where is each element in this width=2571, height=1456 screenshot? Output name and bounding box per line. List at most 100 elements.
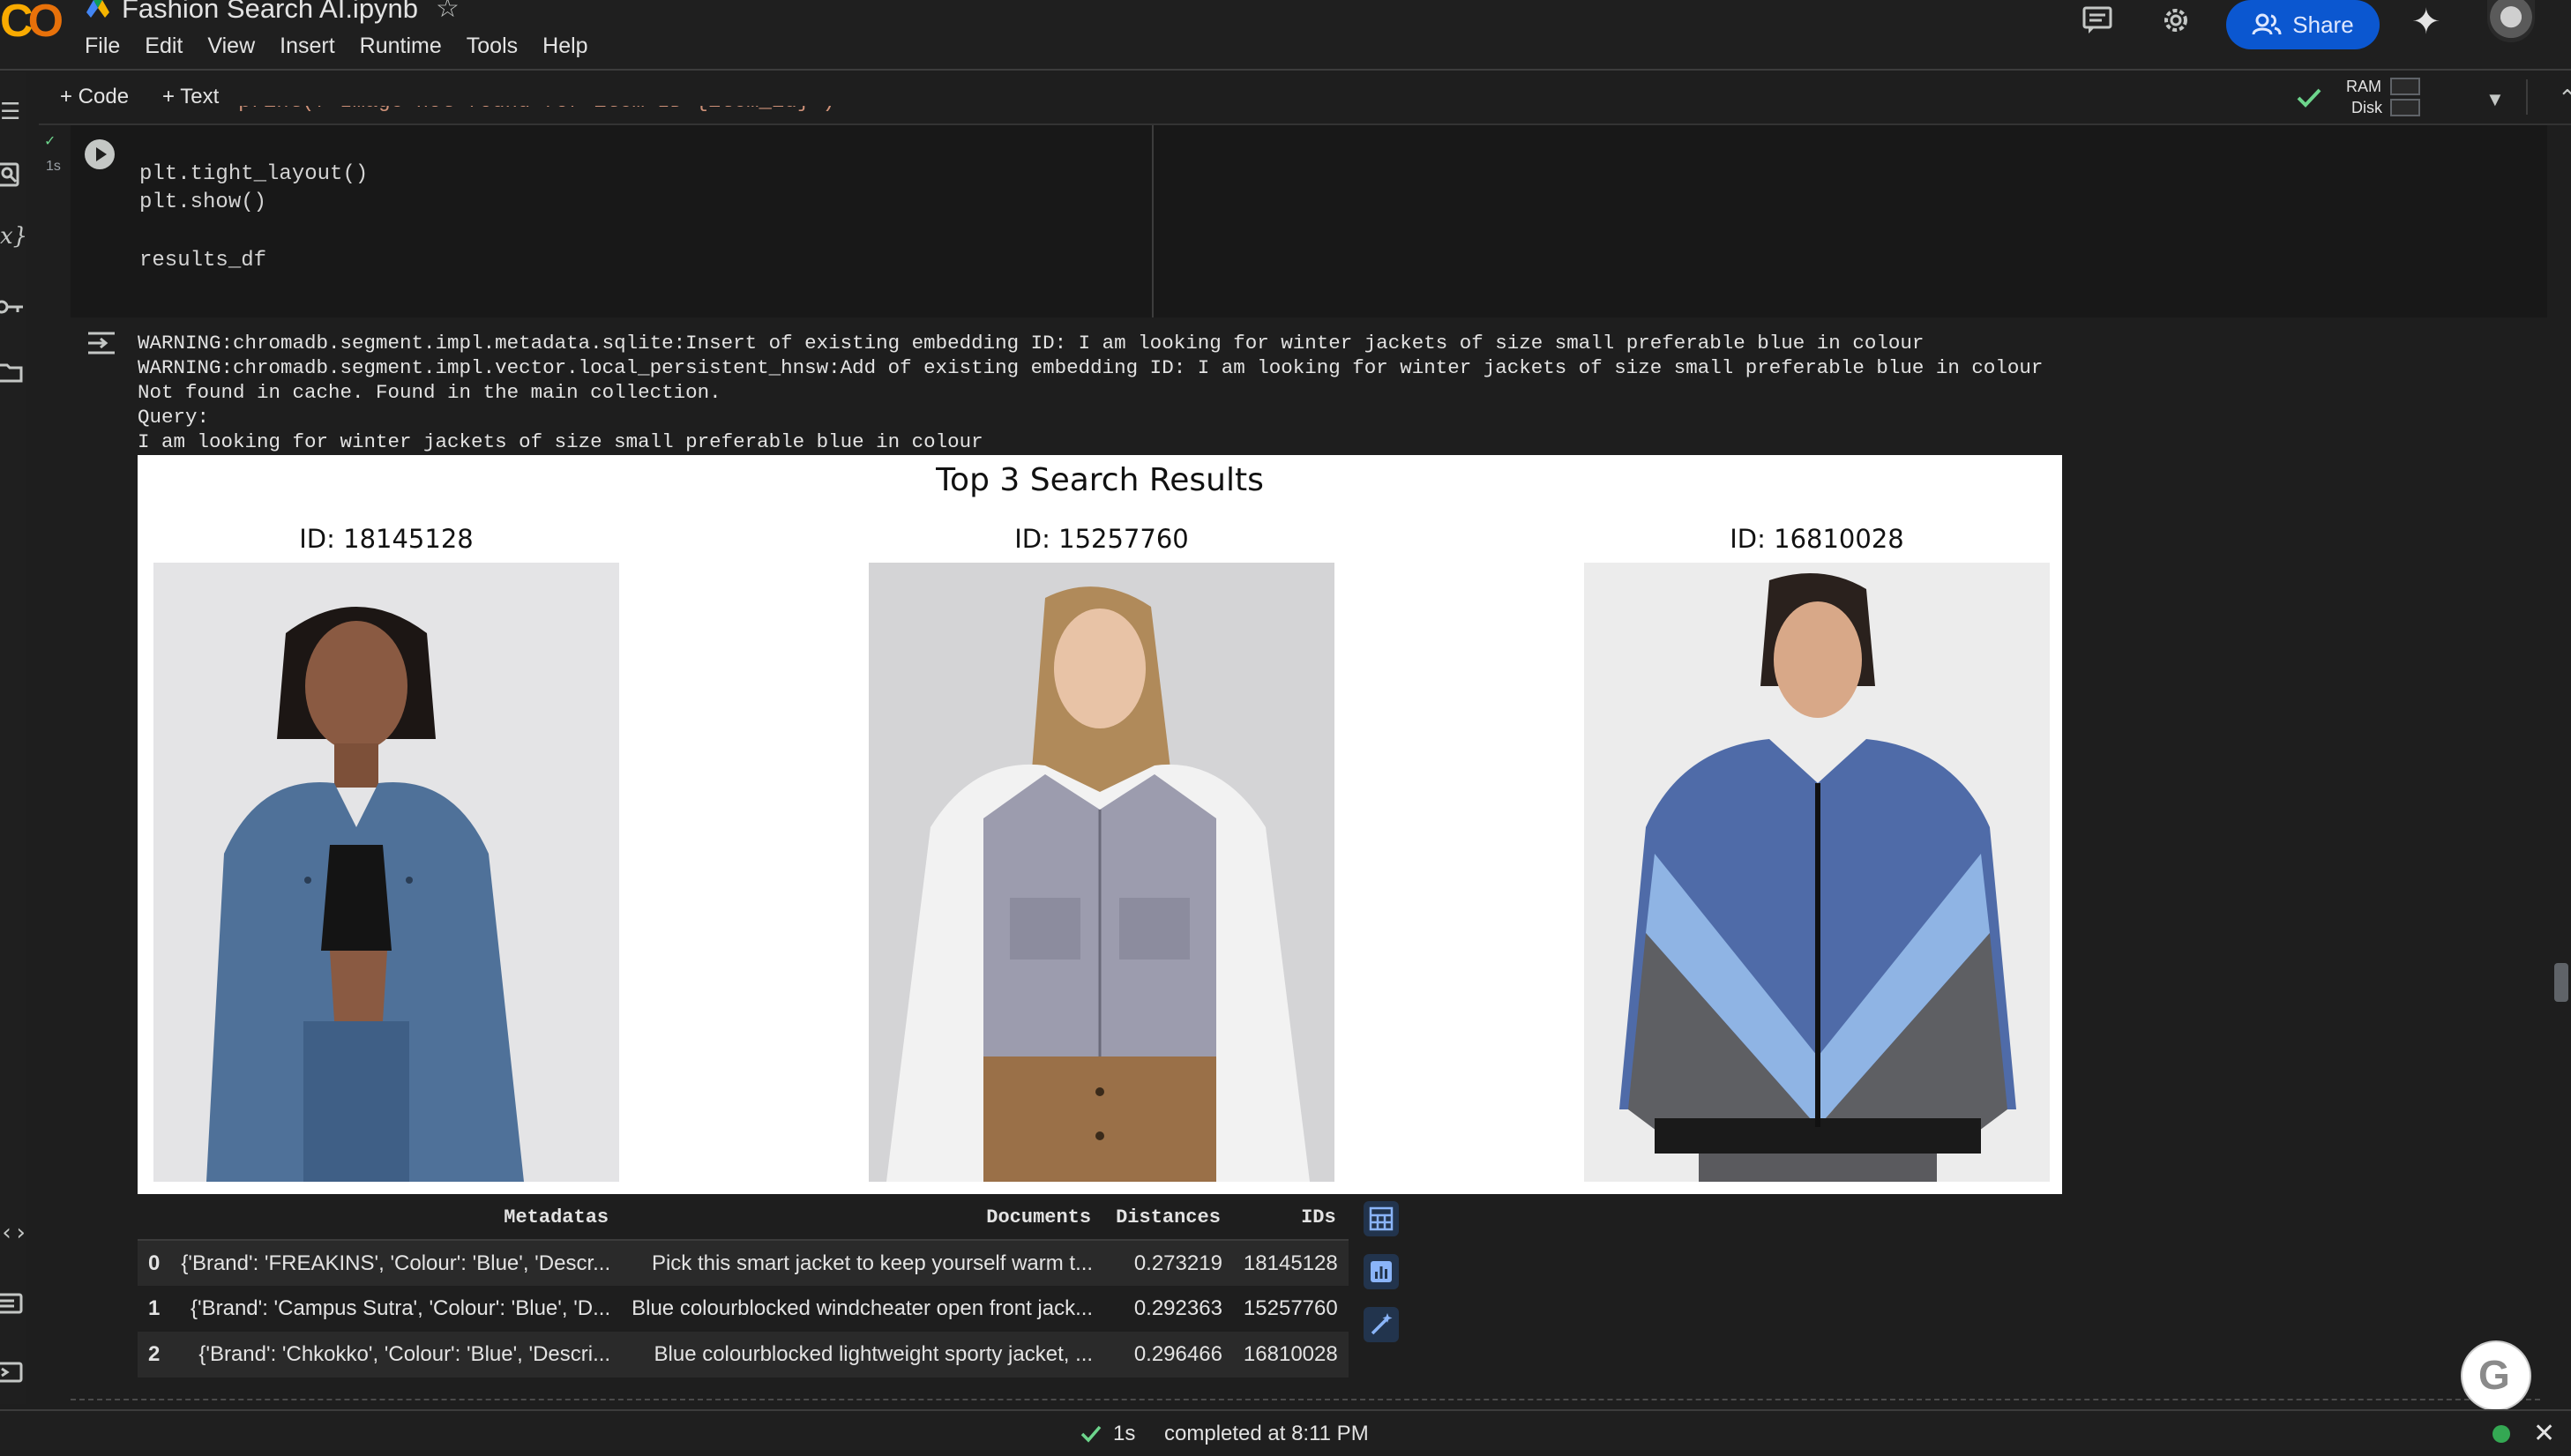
scrollbar-thumb[interactable] (2554, 963, 2568, 1002)
add-text-button[interactable]: + Text (162, 85, 219, 109)
close-status-icon[interactable]: ✕ (2533, 1418, 2555, 1449)
column-header-metadatas[interactable]: Metadatas (170, 1196, 622, 1241)
code-line: plt.tight_layout() (139, 162, 368, 186)
cell-ids: 16810028 (1232, 1332, 1349, 1378)
disk-meter[interactable] (2390, 99, 2420, 116)
cell-metadatas: {'Brand': 'Campus Sutra', 'Colour': 'Blu… (191, 1296, 611, 1320)
magic-wand-icon (1371, 1313, 1393, 1335)
status-completed-text[interactable]: completed at 8:11 PM (1164, 1422, 1369, 1446)
cell-ids: 18145128 (1232, 1240, 1349, 1286)
output-log-line: Not found in cache. Found in the main co… (138, 381, 721, 404)
cell-metadatas: {'Brand': 'Chkokko', 'Colour': 'Blue', '… (170, 1332, 622, 1378)
column-header-ids[interactable]: IDs (1232, 1196, 1349, 1241)
code-cell-editor[interactable] (71, 125, 2547, 317)
product-image-blue-zip-jacket (1584, 563, 2050, 1182)
ram-meter[interactable] (2390, 78, 2420, 95)
comment-icon[interactable] (2081, 5, 2113, 35)
generate-code-icon[interactable] (1364, 1307, 1399, 1342)
code-line-text: results_df (139, 249, 267, 273)
files-folder-icon[interactable] (0, 360, 25, 385)
menu-runtime[interactable]: Runtime (360, 34, 442, 59)
code-line: plt.show() (139, 190, 266, 214)
cell-documents: Blue colourblocked windcheater open fron… (632, 1296, 1094, 1320)
column-header-documents[interactable]: Documents (621, 1196, 1104, 1241)
menu-bar: File Edit View Insert Runtime Tools Help (85, 34, 613, 59)
gear-icon[interactable] (2159, 4, 2193, 37)
cell-distances: 0.296466 (1103, 1332, 1233, 1378)
variables-icon[interactable]: x} (0, 224, 27, 249)
row-index: 0 (138, 1240, 171, 1286)
find-icon[interactable] (0, 162, 25, 187)
product-image-denim-jacket (153, 563, 619, 1182)
cell-metadatas: {'Brand': 'FREAKINS', 'Colour': 'Blue', … (170, 1240, 622, 1286)
command-palette-icon[interactable] (0, 1291, 25, 1316)
table-row: 2 {'Brand': 'Chkokko', 'Colour': 'Blue',… (138, 1332, 1349, 1378)
output-log-line: WARNING:chromadb.segment.impl.metadata.s… (138, 332, 1925, 355)
code-line-text: plt.show() (139, 190, 267, 214)
row-index: 2 (138, 1332, 171, 1378)
secrets-key-icon[interactable] (0, 295, 25, 319)
collapse-header-icon[interactable]: ⌃ (2558, 85, 2571, 112)
status-check-icon (1080, 1425, 1102, 1443)
menu-view[interactable]: View (207, 34, 255, 59)
cell-documents: Blue colourblocked lightweight sporty ja… (621, 1332, 1104, 1378)
notebook-title[interactable]: Fashion Search AI.ipynb (122, 0, 418, 25)
people-icon (2252, 13, 2282, 35)
status-bar: 1s completed at 8:11 PM ✕ (0, 1409, 2571, 1456)
share-label: Share (2292, 11, 2354, 38)
grammarly-icon[interactable] (2463, 1342, 2530, 1409)
cell-bottom-divider (71, 1399, 2540, 1400)
disk-label: Disk (2351, 99, 2382, 116)
column-header-index (138, 1196, 171, 1241)
column-header-distances[interactable]: Distances (1103, 1196, 1233, 1241)
google-drive-icon (86, 0, 109, 18)
menu-help[interactable]: Help (542, 34, 587, 59)
code-line-partial: print(f"Image not found for item ID {ite… (238, 106, 856, 132)
ram-label: RAM (2346, 78, 2381, 95)
figure-title: Top 3 Search Results (936, 462, 1264, 498)
code-line: results_df (139, 249, 266, 273)
table-row: 1 {'Brand': 'Campus Sutra', 'Colour': 'B… (138, 1286, 1349, 1332)
cell-run-status-icon: ✓ (44, 134, 56, 149)
menu-tools[interactable]: Tools (467, 34, 518, 59)
convert-to-interactive-table-icon[interactable] (1364, 1201, 1399, 1236)
table-of-contents-icon[interactable]: ☰ (0, 99, 25, 123)
editor-split-divider (1152, 125, 1154, 317)
menu-insert[interactable]: Insert (280, 34, 335, 59)
code-snippets-icon[interactable]: ‹› (0, 1221, 27, 1245)
left-rail: ☰ x} ‹› (0, 72, 27, 1404)
bar-chart-icon (1371, 1261, 1392, 1282)
suggest-charts-icon[interactable] (1364, 1254, 1399, 1289)
table-header-row: Metadatas Documents Distances IDs (138, 1196, 1349, 1241)
result-id-title: ID: 16810028 (1730, 524, 1904, 554)
star-icon[interactable]: ☆ (436, 0, 460, 24)
runtime-dropdown-icon[interactable]: ▼ (2485, 88, 2505, 111)
output-log-line: WARNING:chromadb.segment.impl.vector.loc… (138, 356, 2044, 379)
status-exec-time[interactable]: 1s (1113, 1422, 1135, 1446)
code-line-partial-text: print(f"Image not found for item ID {ite… (238, 106, 856, 114)
toolbar-divider (2526, 79, 2528, 115)
row-index: 1 (148, 1296, 161, 1320)
gemini-spark-icon[interactable]: ✦ (2411, 2, 2441, 42)
output-log-line: I am looking for winter jackets of size … (138, 430, 983, 453)
connected-check-icon (2297, 88, 2321, 108)
runtime-connected-dot (2493, 1425, 2510, 1443)
output-log-line: Query: (138, 406, 210, 429)
menu-file[interactable]: File (85, 34, 120, 59)
share-button[interactable]: Share (2226, 0, 2380, 49)
output-actions-icon[interactable] (86, 330, 118, 356)
cell-exec-time: 1s (46, 159, 61, 174)
user-avatar[interactable] (2487, 0, 2535, 42)
result-id-title: ID: 18145128 (299, 524, 474, 554)
results-dataframe-table: Metadatas Documents Distances IDs 0 {'Br… (138, 1196, 1349, 1378)
product-image-grey-jacket (869, 563, 1334, 1182)
menu-edit[interactable]: Edit (145, 34, 183, 59)
terminal-icon[interactable] (0, 1360, 25, 1385)
top-header: CO Fashion Search AI.ipynb ☆ File Edit V… (0, 0, 2571, 71)
colab-logo[interactable]: CO (0, 0, 64, 48)
add-code-button[interactable]: + Code (60, 85, 129, 109)
cell-distances: 0.273219 (1103, 1240, 1233, 1286)
cell-ids: 15257760 (1243, 1296, 1338, 1320)
run-cell-button[interactable] (85, 139, 115, 169)
table-grid-icon (1369, 1206, 1394, 1231)
